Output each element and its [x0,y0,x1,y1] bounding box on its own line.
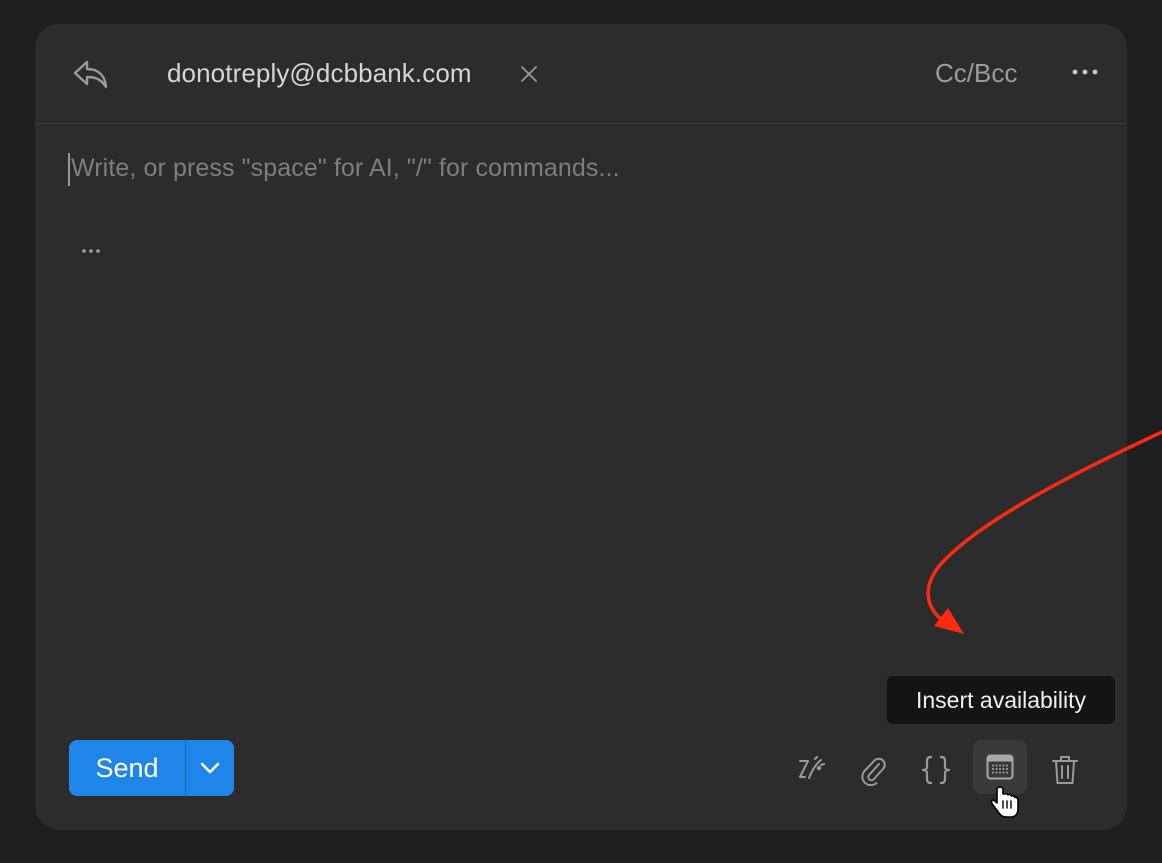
cc-bcc-button[interactable]: Cc/Bcc [935,58,1017,89]
composer-header: donotreply@dcbbank.com Cc/Bcc [35,24,1127,124]
text-caret [68,153,70,186]
remove-recipient-icon[interactable] [519,64,539,84]
paperclip-icon [861,757,886,786]
send-button-group: Send [69,740,234,796]
ai-write-button[interactable] [791,750,831,790]
calendar-icon [986,754,1014,780]
attach-file-button[interactable] [853,750,893,790]
message-body-input[interactable]: Write, or press "space" for AI, "/" for … [71,154,620,183]
reply-icon[interactable] [71,54,111,94]
recipient-chip[interactable]: donotreply@dcbbank.com [167,58,472,89]
discard-draft-button[interactable] [1045,750,1085,790]
ai-write-icon [799,756,825,779]
tooltip-insert-availability: Insert availability [887,676,1115,724]
show-quoted-text-icon[interactable] [77,242,105,258]
send-button[interactable]: Send [69,740,185,796]
hand-pointer-icon [990,784,1022,820]
more-options-icon[interactable] [1068,62,1102,82]
insert-variable-button[interactable] [916,750,956,790]
email-composer: donotreply@dcbbank.com Cc/Bcc Write, or … [35,24,1127,830]
chevron-down-icon [200,762,220,774]
braces-icon [921,755,951,785]
trash-icon [1052,756,1078,784]
send-options-button[interactable] [186,740,234,796]
